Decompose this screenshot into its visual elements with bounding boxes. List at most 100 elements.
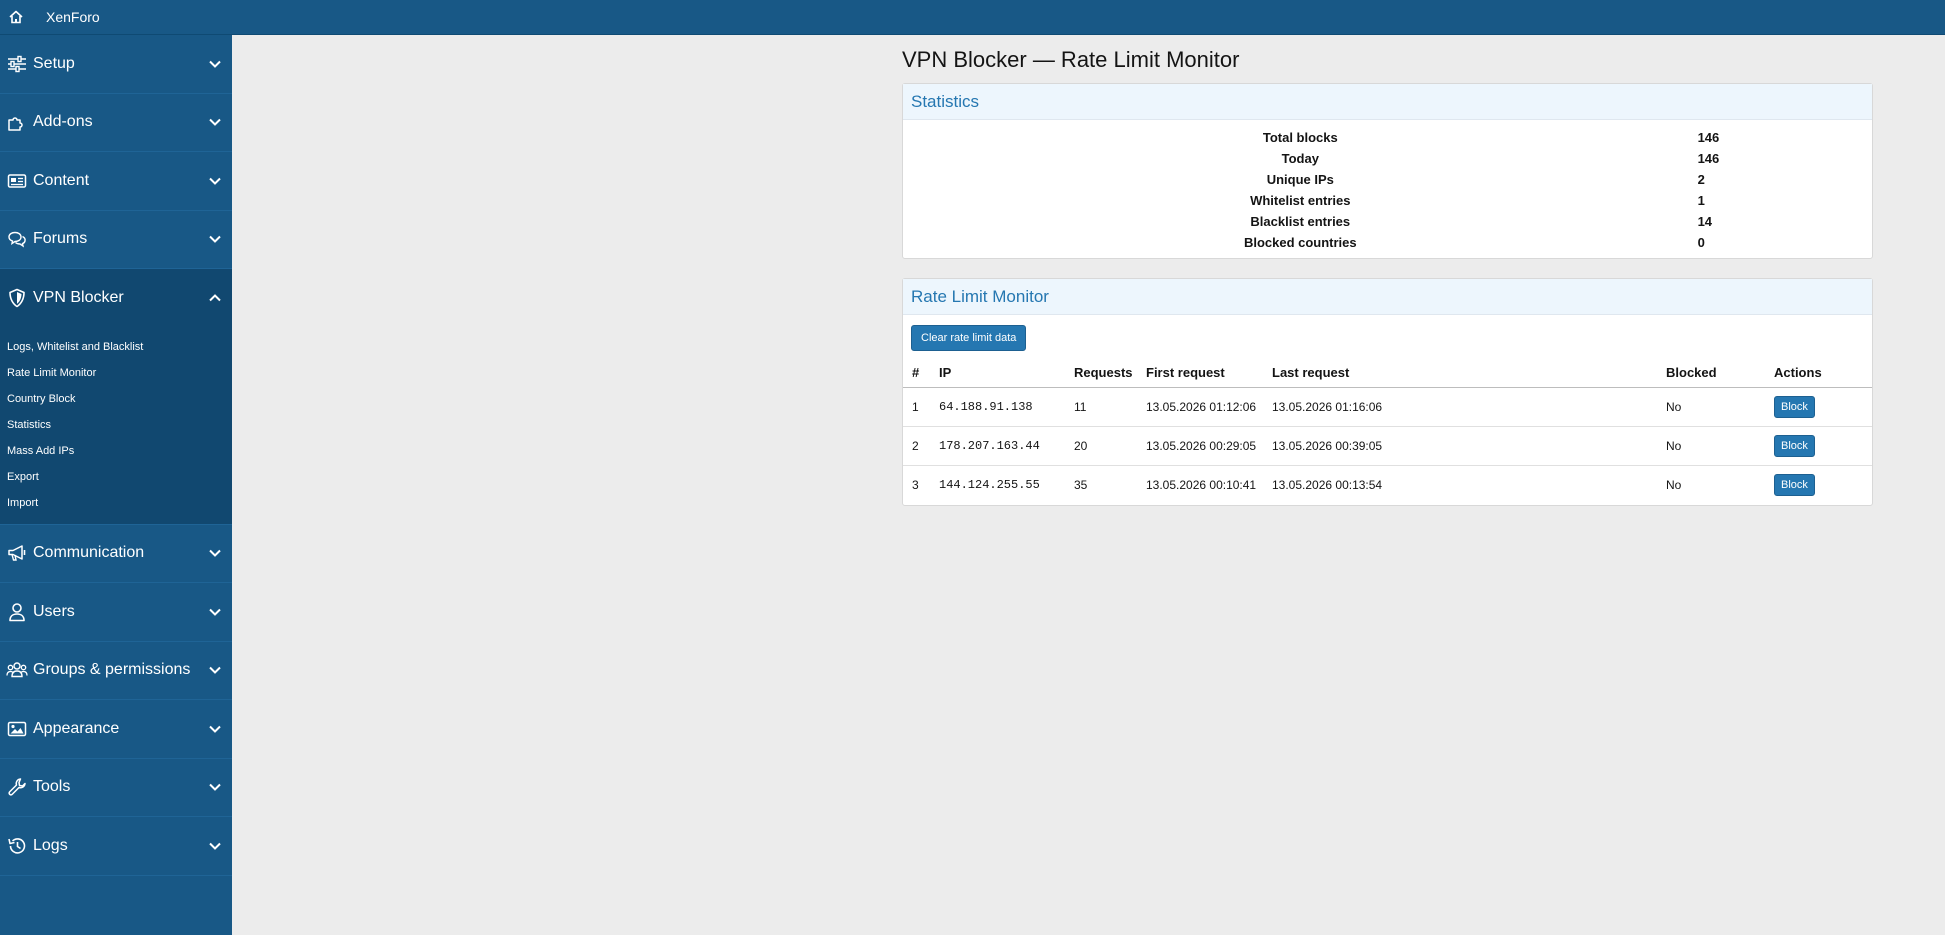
user-icon: [6, 601, 28, 623]
table-row: 2 178.207.163.44 20 13.05.2026 00:29:05 …: [903, 426, 1872, 466]
statistics-header: Statistics: [903, 84, 1872, 120]
block-button[interactable]: Block: [1774, 474, 1815, 497]
row-first-request: 13.05.2026 00:10:41: [1146, 478, 1257, 493]
sidebar-item-users[interactable]: Users: [0, 583, 232, 642]
sidebar-item-vpn-blocker[interactable]: VPN Blocker: [0, 269, 232, 328]
row-first-request: 13.05.2026 01:12:06: [1137, 387, 1263, 427]
stat-label: Unique IPs: [1266, 172, 1334, 187]
home-button[interactable]: [0, 0, 32, 35]
image-icon: [6, 718, 28, 740]
column-header-actions: Actions: [1765, 357, 1872, 388]
subnav-link-logs-whitelist-blacklist[interactable]: Logs, Whitelist and Blacklist: [0, 334, 232, 360]
chevron-up-icon: [209, 292, 221, 304]
table-header-row: # IP Requests First request Last request…: [903, 357, 1872, 388]
chevron-down-icon: [209, 58, 221, 70]
stat-row: Total blocks 146: [903, 127, 1872, 148]
puzzle-icon: [6, 111, 28, 133]
row-number: 3: [912, 478, 919, 493]
block-button[interactable]: Block: [1774, 435, 1815, 457]
stat-row: Today 146: [903, 148, 1872, 169]
sidebar-item-label: Tools: [33, 778, 71, 796]
row-ip: 178.207.163.44: [930, 426, 1065, 466]
sidebar-item-label: Users: [33, 602, 75, 620]
sidebar-item-setup[interactable]: Setup: [0, 35, 232, 94]
rate-limit-header: Rate Limit Monitor: [903, 279, 1872, 315]
sidebar-item-label: Add-ons: [33, 113, 93, 131]
subnav-link-country-block[interactable]: Country Block: [0, 386, 232, 412]
main-content: VPN Blocker — Rate Limit Monitor Statist…: [902, 35, 1873, 506]
statistics-table: Total blocks 146 Today 146 Unique IPs 2 Whi…: [903, 127, 1872, 253]
sidebar-item-logs[interactable]: Logs: [0, 817, 232, 876]
wrench-icon: [6, 776, 28, 798]
sidebar-item-forums[interactable]: Forums: [0, 211, 232, 269]
sidebar-item-appearance[interactable]: Appearance: [0, 700, 232, 759]
sliders-icon: [6, 53, 28, 75]
button-row: Clear rate limit data: [903, 315, 1872, 357]
comments-icon: [6, 228, 28, 250]
chevron-down-icon: [209, 781, 221, 793]
stat-value: 1: [1697, 193, 1705, 208]
sidebar-item-label: Appearance: [33, 719, 120, 737]
sidebar-item-label: Logs: [33, 836, 68, 854]
column-header-ip: IP: [930, 357, 1065, 388]
brand-link[interactable]: XenForo: [46, 9, 100, 25]
row-requests: 35: [1074, 478, 1088, 493]
chevron-down-icon: [209, 723, 221, 735]
sidebar-item-add-ons[interactable]: Add-ons: [0, 94, 232, 152]
sidebar-item-groups-permissions[interactable]: Groups & permissions: [0, 642, 232, 700]
stat-value: 0: [1697, 235, 1705, 250]
rate-limit-block: Rate Limit Monitor Clear rate limit data…: [902, 278, 1873, 506]
newspaper-icon: [6, 170, 28, 192]
stat-row: Blacklist entries 14: [903, 211, 1872, 232]
row-actions: Block: [1765, 426, 1872, 466]
stat-label: Blocked countries: [1243, 235, 1357, 250]
stat-value: 146: [1697, 151, 1720, 166]
rate-limit-table: # IP Requests First request Last request…: [903, 357, 1872, 505]
block-button[interactable]: Block: [1774, 396, 1815, 418]
row-last-request: 13.05.2026 00:13:54: [1272, 478, 1383, 493]
sidebar-item-label: VPN Blocker: [33, 289, 124, 307]
row-ip: 144.124.255.55: [939, 478, 1040, 493]
row-last-request: 13.05.2026 00:39:05: [1263, 426, 1657, 466]
row-number: 1: [903, 387, 930, 427]
row-ip: 64.188.91.138: [930, 387, 1065, 427]
stat-row: Unique IPs 2: [903, 169, 1872, 190]
chevron-down-icon: [209, 547, 221, 559]
history-icon: [6, 835, 28, 857]
sidebar-item-tools[interactable]: Tools: [0, 759, 232, 817]
row-actions: Block: [1765, 466, 1872, 505]
row-requests: 11: [1065, 387, 1137, 427]
column-header-blocked: Blocked: [1657, 357, 1765, 388]
subnav-link-rate-limit-monitor[interactable]: Rate Limit Monitor: [0, 360, 232, 386]
sidebar-item-communication[interactable]: Communication: [0, 525, 232, 583]
chevron-down-icon: [209, 664, 221, 676]
subnav-link-statistics[interactable]: Statistics: [0, 412, 232, 438]
statistics-block: Statistics Total blocks 146 Today 146 Uniq…: [902, 83, 1873, 259]
sidebar-item-content[interactable]: Content: [0, 152, 232, 211]
chevron-down-icon: [209, 233, 221, 245]
stat-value: 14: [1697, 214, 1713, 229]
clear-rate-limit-button[interactable]: Clear rate limit data: [911, 325, 1027, 351]
chevron-down-icon: [209, 175, 221, 187]
vpn-blocker-subnav: Logs, Whitelist and Blacklist Rate Limit…: [0, 327, 232, 525]
chevron-down-icon: [209, 840, 221, 852]
users-icon: [6, 659, 28, 681]
home-icon: [9, 10, 23, 24]
subnav-link-import[interactable]: Import: [0, 490, 232, 516]
row-blocked: No: [1657, 387, 1765, 427]
sidebar: Setup Add-ons Content Forums VPN Blocker…: [0, 35, 232, 935]
chevron-down-icon: [209, 116, 221, 128]
subnav-link-export[interactable]: Export: [0, 464, 232, 490]
row-first-request: 13.05.2026 00:29:05: [1137, 426, 1263, 466]
stat-label: Blacklist entries: [1250, 214, 1351, 229]
sidebar-item-label: Content: [33, 171, 90, 189]
table-row: 3 144.124.255.55 35 13.05.2026 00:10:41 …: [903, 466, 1872, 505]
sidebar-item-label: Communication: [33, 544, 145, 562]
table-row: 1 64.188.91.138 11 13.05.2026 01:12:06 1…: [903, 387, 1872, 427]
sidebar-item-label: Forums: [33, 230, 88, 248]
column-header-requests: Requests: [1065, 357, 1137, 388]
shield-icon: [6, 287, 28, 309]
subnav-link-mass-add-ips[interactable]: Mass Add IPs: [0, 438, 232, 464]
stat-label: Whitelist entries: [1250, 193, 1351, 208]
sidebar-item-label: Groups & permissions: [33, 661, 191, 679]
